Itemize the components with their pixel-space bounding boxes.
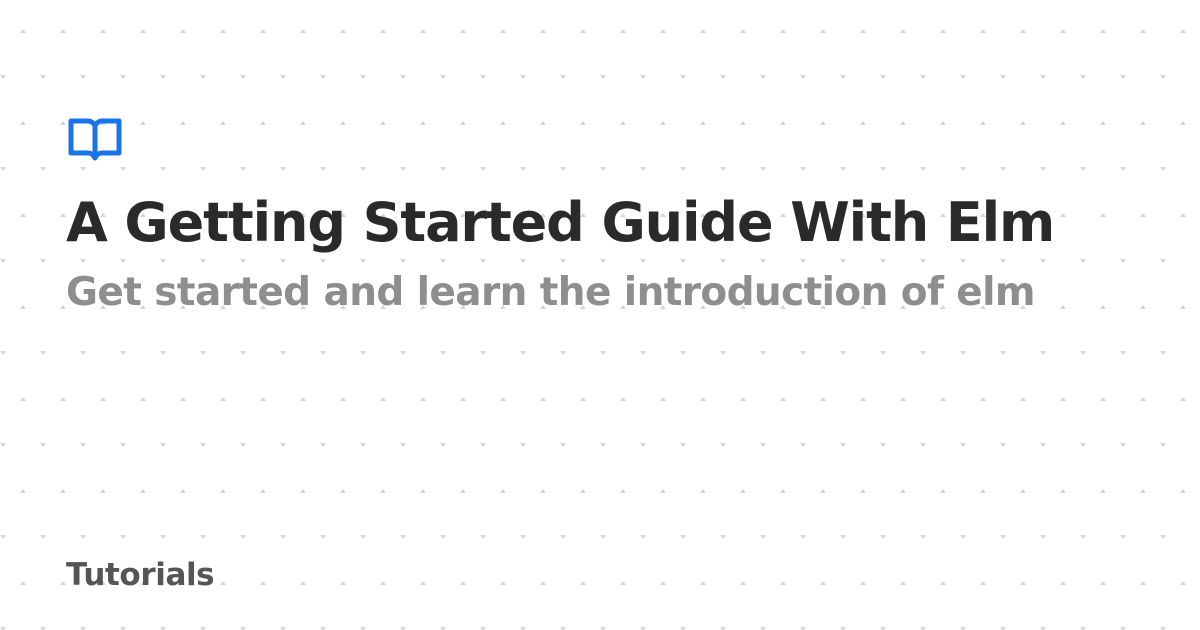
category-label: Tutorials	[66, 557, 215, 593]
open-book-icon	[68, 118, 122, 161]
post-subtitle: Get started and learn the introduction o…	[66, 270, 1036, 315]
post-title: A Getting Started Guide With Elm	[66, 191, 1055, 254]
